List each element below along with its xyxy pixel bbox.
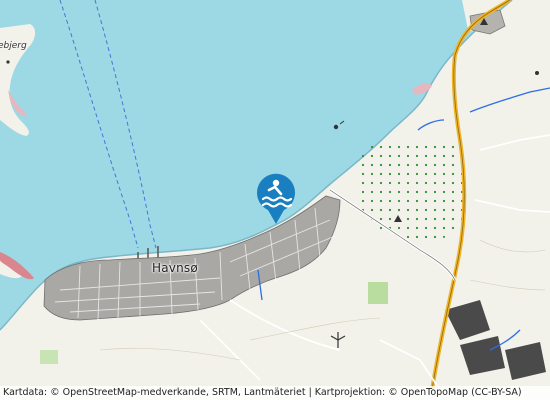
map-canvas[interactable]: ebjerg Havnsø Kartdata: © OpenStreetMap-… — [0, 0, 550, 400]
field-2 — [40, 350, 58, 364]
swimming-icon — [257, 173, 295, 224]
place-label-edge: ebjerg — [0, 41, 27, 51]
map-attribution: Kartdata: © OpenStreetMap-medverkande, S… — [0, 386, 550, 400]
swimming-marker[interactable] — [254, 172, 298, 226]
town-label: Havnsø — [152, 261, 198, 275]
field-1 — [368, 282, 388, 304]
